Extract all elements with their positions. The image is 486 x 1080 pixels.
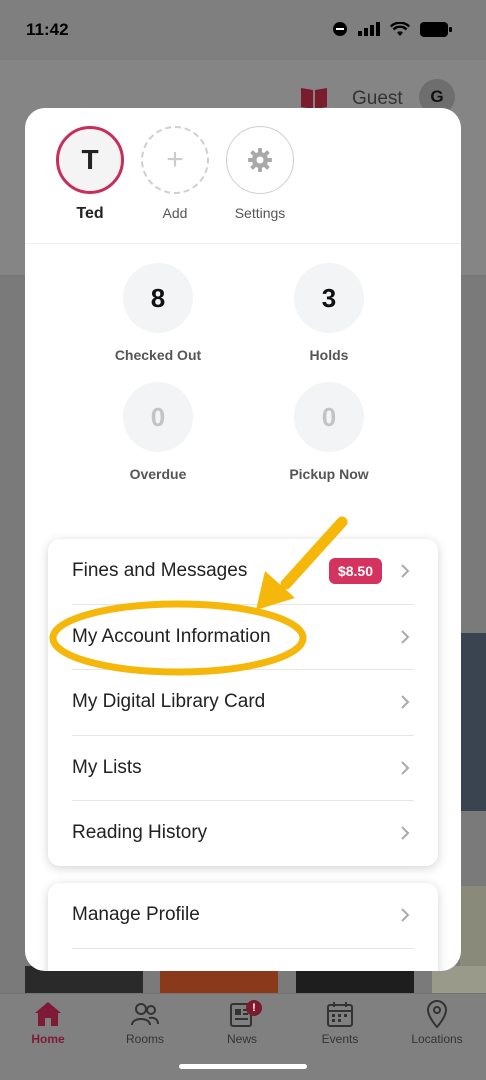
- menu-item-manage-profile[interactable]: Manage Profile: [72, 883, 414, 949]
- menu-item-label: My Lists: [72, 756, 142, 778]
- do-not-disturb-icon: [333, 22, 347, 36]
- stat-pickup-now[interactable]: 0 Pickup Now: [249, 382, 409, 482]
- chevron-right-icon: [401, 695, 410, 709]
- account-menu-modal: T Ted + Add Settings 8 Checked Out 3 Hol…: [25, 108, 461, 971]
- chevron-right-icon: [401, 630, 410, 644]
- background-book-cover: [460, 633, 486, 811]
- profile-label-add: Add: [162, 205, 188, 221]
- tab-news[interactable]: News: [197, 1000, 287, 1046]
- menu-item-label: My Account Information: [72, 625, 271, 647]
- map-pin-icon: [426, 1000, 448, 1028]
- status-time: 11:42: [26, 20, 69, 39]
- stat-checked-out-label: Checked Out: [114, 347, 202, 363]
- menu-item-label: Reading History: [72, 822, 208, 844]
- stat-checked-out[interactable]: 8 Checked Out: [78, 263, 238, 363]
- add-icon[interactable]: +: [141, 126, 209, 194]
- battery-icon: [420, 21, 452, 37]
- chevron-right-icon: [401, 826, 410, 840]
- guest-label: Guest: [352, 88, 403, 109]
- stat-pickup-now-label: Pickup Now: [289, 466, 369, 482]
- profile-add[interactable]: + Add: [138, 126, 212, 221]
- stat-overdue[interactable]: 0 Overdue: [78, 382, 238, 482]
- fines-amount-badge: $8.50: [328, 558, 382, 585]
- account-menu-list: Fines and Messages $8.50 My Account Info…: [48, 539, 438, 866]
- book-icon: [301, 88, 327, 109]
- menu-item-label: Fines and Messages: [72, 560, 248, 582]
- profile-label-settings: Settings: [234, 205, 286, 221]
- chevron-right-icon: [401, 564, 410, 578]
- wifi-icon: [390, 21, 410, 36]
- menu-item-my-digital-library-card[interactable]: My Digital Library Card: [72, 670, 414, 736]
- chevron-right-icon: [401, 908, 410, 922]
- profile-ted[interactable]: T Ted: [53, 126, 127, 223]
- profile-menu-list: Manage Profile: [48, 883, 438, 971]
- signal-icon: [358, 22, 380, 36]
- profile-avatar-ted[interactable]: T: [56, 126, 124, 194]
- stat-overdue-value: 0: [123, 382, 193, 452]
- profile-switcher: T Ted + Add Settings: [25, 108, 461, 244]
- people-icon: [131, 1003, 159, 1026]
- status-bar: 11:42: [0, 0, 486, 60]
- tab-locations[interactable]: Locations: [392, 1000, 482, 1046]
- stat-holds-label: Holds: [309, 347, 349, 363]
- menu-item-my-account-information[interactable]: My Account Information: [72, 605, 414, 670]
- calendar-icon: [327, 1002, 353, 1027]
- stat-pickup-now-value: 0: [294, 382, 364, 452]
- menu-item-fines-and-messages[interactable]: Fines and Messages $8.50: [72, 539, 414, 605]
- tab-locations-label: Locations: [411, 1032, 463, 1046]
- news-notification-badge: !: [246, 1000, 262, 1016]
- tab-home-label: Home: [31, 1032, 65, 1046]
- tab-events[interactable]: Events: [295, 1000, 385, 1046]
- menu-item-label: My Digital Library Card: [72, 691, 266, 713]
- tab-home[interactable]: Home: [3, 1000, 93, 1046]
- gear-icon: [248, 148, 272, 172]
- tab-rooms-label: Rooms: [125, 1032, 164, 1046]
- menu-item-label: Manage Profile: [72, 904, 200, 926]
- stat-checked-out-value: 8: [123, 263, 193, 333]
- tab-news-label: News: [226, 1032, 257, 1046]
- stat-holds-value: 3: [294, 263, 364, 333]
- chevron-right-icon: [401, 761, 410, 775]
- menu-item-my-lists[interactable]: My Lists: [72, 736, 414, 801]
- status-icons: [332, 21, 452, 37]
- home-indicator: [179, 1064, 307, 1069]
- profile-settings[interactable]: Settings: [223, 126, 297, 221]
- stat-holds[interactable]: 3 Holds: [249, 263, 409, 363]
- home-icon: [35, 1002, 61, 1026]
- tab-rooms[interactable]: Rooms: [100, 1000, 190, 1046]
- background-book-cover: [460, 886, 486, 966]
- settings-button[interactable]: [226, 126, 294, 194]
- profile-label-ted: Ted: [76, 205, 104, 222]
- stat-overdue-label: Overdue: [129, 466, 187, 482]
- menu-item-reading-history[interactable]: Reading History: [72, 801, 414, 866]
- tab-events-label: Events: [321, 1032, 359, 1046]
